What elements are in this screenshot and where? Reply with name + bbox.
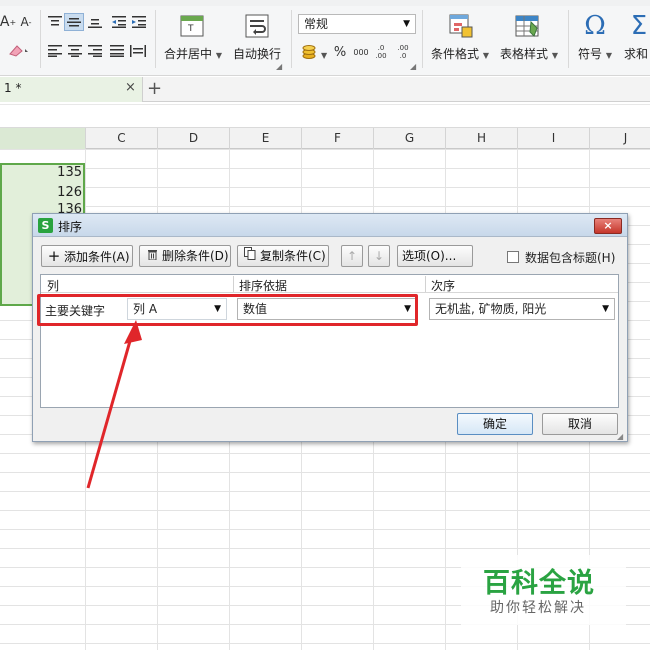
watermark-title: 百科全说 bbox=[483, 568, 595, 599]
watermark-subtitle: 助你轻松解决 bbox=[490, 600, 586, 616]
watermark: 百科全说 助你轻松解决 bbox=[461, 555, 626, 625]
spreadsheet-app: A + A- T 合并居中 ▼ 自动换行 ◢ 常规 ▼ ▼ % 000 .0 .… bbox=[0, 0, 650, 650]
annotation-arrow-icon bbox=[86, 320, 142, 489]
